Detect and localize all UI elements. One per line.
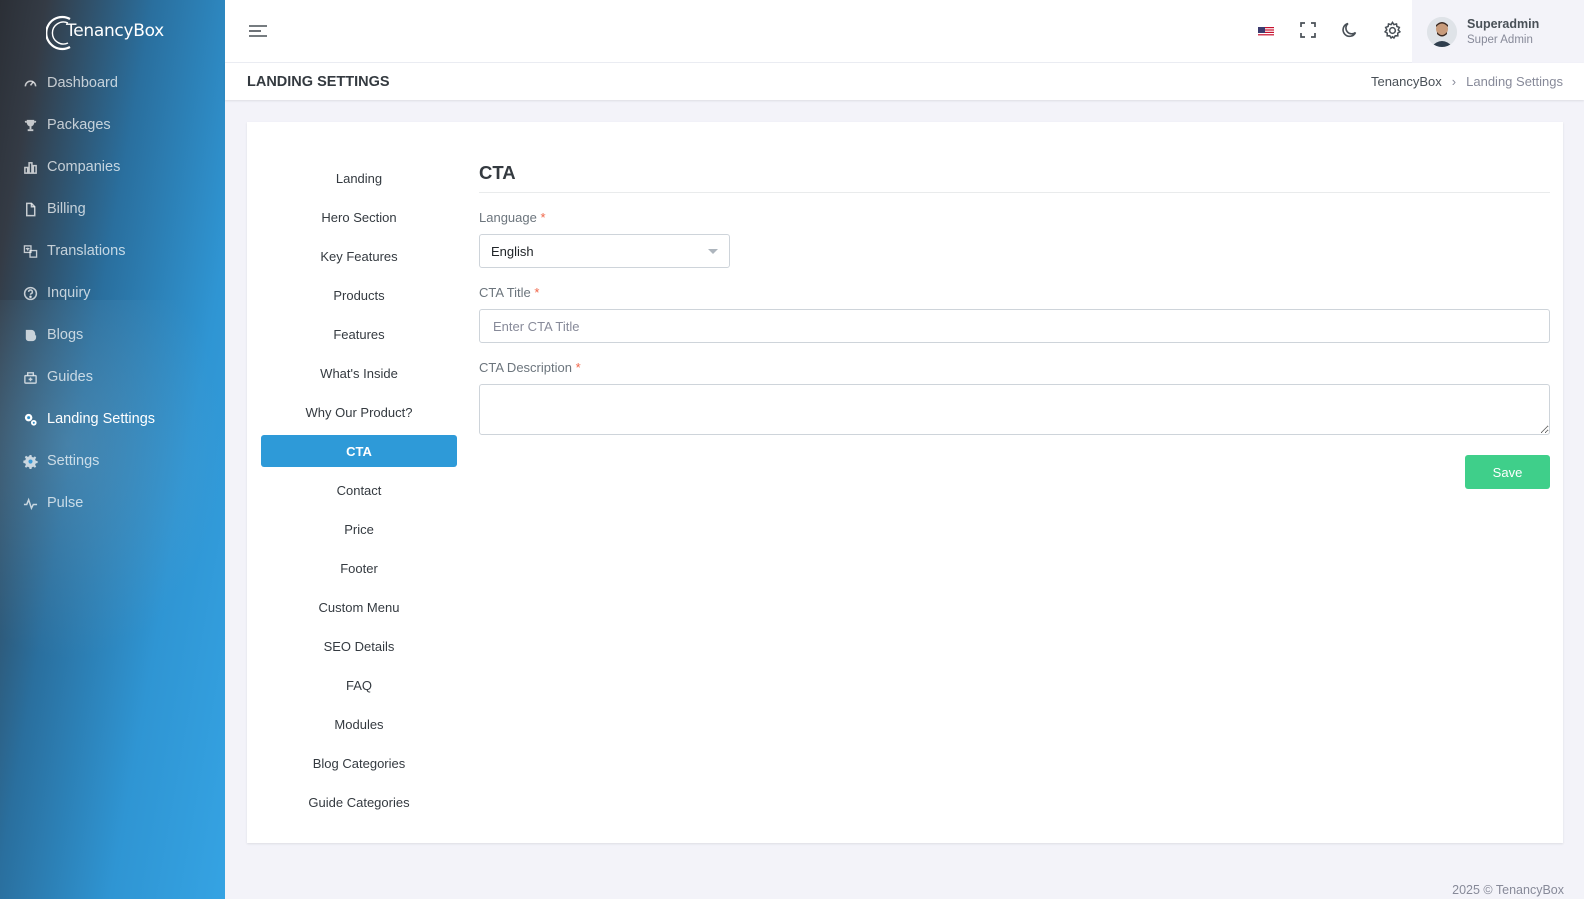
- language-flag-icon[interactable]: [1254, 18, 1278, 42]
- breadcrumb-current: Landing Settings: [1466, 74, 1563, 89]
- save-button[interactable]: Save: [1465, 455, 1550, 489]
- bar-chart-icon: [22, 159, 38, 175]
- tab-custom-menu[interactable]: Custom Menu: [261, 591, 457, 623]
- translate-icon: [22, 243, 38, 259]
- trophy-icon: [22, 117, 38, 133]
- sidebar-item-label: Blogs: [47, 327, 84, 343]
- tab-key-features[interactable]: Key Features: [261, 240, 457, 272]
- tab-blog-categories[interactable]: Blog Categories: [261, 747, 457, 779]
- cta-description-textarea[interactable]: [479, 384, 1550, 435]
- sidebar-item-pulse[interactable]: Pulse: [0, 482, 225, 524]
- brand-logo[interactable]: TenancyBox: [46, 8, 164, 54]
- sidebar-item-blogs[interactable]: Blogs: [0, 314, 225, 356]
- tab-guide-categories[interactable]: Guide Categories: [261, 786, 457, 818]
- sidebar-nav: Dashboard Packages Companies Billing Transla…: [0, 62, 225, 524]
- tab-landing[interactable]: Landing: [261, 162, 457, 194]
- user-role: Super Admin: [1467, 34, 1533, 46]
- sidebar-item-label: Billing: [47, 201, 86, 217]
- settings-gears-icon: [22, 411, 38, 427]
- sidebar-item-translations[interactable]: Translations: [0, 230, 225, 272]
- language-select[interactable]: English: [479, 234, 730, 268]
- sidebar-item-inquiry[interactable]: Inquiry: [0, 272, 225, 314]
- user-name: Superadmin: [1467, 17, 1540, 31]
- brand-name: TenancyBox: [66, 21, 164, 41]
- breadcrumb-root-link[interactable]: TenancyBox: [1371, 74, 1442, 89]
- required-mark: *: [534, 285, 540, 300]
- language-label: Language *: [479, 210, 546, 225]
- footer-copyright: 2025 © TenancyBox: [1452, 883, 1564, 897]
- tab-modules[interactable]: Modules: [261, 708, 457, 740]
- logo-mark-icon: [46, 13, 72, 51]
- sidebar-item-label: Packages: [47, 117, 111, 133]
- settings-tabs: Landing Hero Section Key Features Products F…: [261, 162, 457, 825]
- sidebar-item-billing[interactable]: Billing: [0, 188, 225, 230]
- cta-title-input[interactable]: [479, 309, 1550, 343]
- sidebar-item-label: Translations: [47, 243, 126, 259]
- dark-mode-moon-icon[interactable]: [1338, 18, 1362, 42]
- cta-description-label: CTA Description *: [479, 360, 581, 375]
- chevron-right-icon: ›: [1451, 74, 1457, 89]
- user-menu[interactable]: Superadmin Super Admin: [1412, 0, 1584, 63]
- question-icon: [22, 285, 38, 301]
- blog-icon: [22, 327, 38, 343]
- pulse-icon: [22, 495, 38, 511]
- page-title-bar: LANDING SETTINGS TenancyBox › Landing Se…: [225, 63, 1584, 100]
- sidebar-item-dashboard[interactable]: Dashboard: [0, 62, 225, 104]
- sidebar-item-label: Companies: [47, 159, 121, 175]
- file-icon: [22, 201, 38, 217]
- tab-what-s-inside[interactable]: What's Inside: [261, 357, 457, 389]
- fullscreen-icon[interactable]: [1296, 18, 1320, 42]
- sidebar-item-label: Guides: [47, 369, 93, 385]
- sidebar-item-settings[interactable]: Settings: [0, 440, 225, 482]
- settings-card: Landing Hero Section Key Features Products F…: [247, 122, 1563, 843]
- tab-seo-details[interactable]: SEO Details: [261, 630, 457, 662]
- tab-hero-section[interactable]: Hero Section: [261, 201, 457, 233]
- menu-toggle-icon[interactable]: [247, 21, 269, 41]
- dashboard-icon: [22, 75, 38, 91]
- topbar: Superadmin Super Admin: [225, 0, 1584, 63]
- required-mark: *: [540, 210, 546, 225]
- chevron-down-icon: [708, 248, 718, 254]
- cta-title-label: CTA Title *: [479, 285, 540, 300]
- sidebar-item-label: Inquiry: [47, 285, 91, 301]
- settings-gear-icon[interactable]: [1380, 18, 1404, 42]
- avatar: [1427, 16, 1457, 47]
- sidebar-item-companies[interactable]: Companies: [0, 146, 225, 188]
- tab-contact[interactable]: Contact: [261, 474, 457, 506]
- sidebar-item-label: Dashboard: [47, 75, 118, 91]
- sidebar-item-label: Settings: [47, 453, 100, 469]
- gear-icon: [22, 453, 38, 469]
- sidebar-item-label: Landing Settings: [47, 411, 156, 427]
- page-title: LANDING SETTINGS: [247, 74, 390, 90]
- sidebar-item-guides[interactable]: Guides: [0, 356, 225, 398]
- sidebar: TenancyBox Dashboard Packages Companies Bil…: [0, 0, 225, 899]
- tab-footer[interactable]: Footer: [261, 552, 457, 584]
- sidebar-item-label: Pulse: [47, 495, 84, 511]
- sidebar-item-packages[interactable]: Packages: [0, 104, 225, 146]
- cta-form: CTA Language * English CTA Title * CTA D…: [479, 162, 1550, 489]
- tab-why-our-product[interactable]: Why Our Product?: [261, 396, 457, 428]
- guide-icon: [22, 369, 38, 385]
- form-title: CTA: [479, 162, 1550, 193]
- required-mark: *: [575, 360, 581, 375]
- tab-faq[interactable]: FAQ: [261, 669, 457, 701]
- sidebar-item-landing-settings[interactable]: Landing Settings: [0, 398, 225, 440]
- tab-price[interactable]: Price: [261, 513, 457, 545]
- tab-products[interactable]: Products: [261, 279, 457, 311]
- language-select-value: English: [491, 243, 534, 259]
- tab-cta[interactable]: CTA: [261, 435, 457, 467]
- breadcrumb: TenancyBox › Landing Settings: [1371, 74, 1563, 89]
- tab-features[interactable]: Features: [261, 318, 457, 350]
